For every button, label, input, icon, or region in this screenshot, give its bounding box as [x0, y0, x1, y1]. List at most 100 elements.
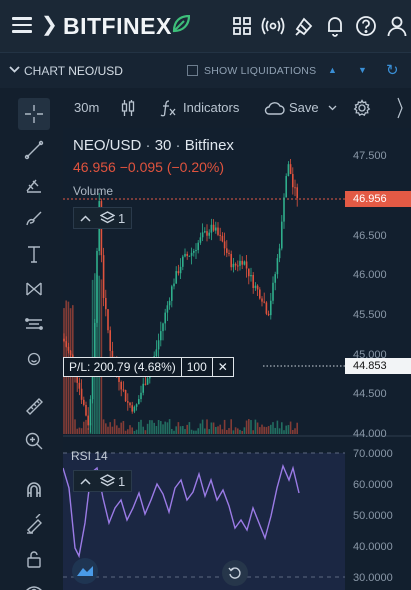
rsi-layers-icon[interactable]: [96, 471, 118, 491]
close-position-icon[interactable]: ✕: [213, 358, 233, 376]
candle-body: [67, 346, 70, 351]
pattern-tool-icon[interactable]: [18, 273, 50, 305]
volume-bar: [111, 426, 114, 434]
position-pl-box[interactable]: P/L: 200.79 (4.68%) 100 ✕: [63, 357, 234, 377]
candle-body: [223, 241, 226, 249]
help-icon[interactable]: [350, 14, 381, 38]
indicators-button[interactable]: Indicators: [183, 100, 239, 115]
move-down-icon[interactable]: ▼: [358, 65, 367, 75]
measure-tool-icon[interactable]: [18, 308, 50, 340]
bitfinex-app: ❯ BITFINEX CHART NEO/USD SHOW LIQUIDATIO…: [0, 0, 411, 590]
candle-body: [219, 234, 221, 236]
candle-body: [166, 305, 169, 313]
candle-body: [102, 255, 105, 298]
volume-bar: [85, 419, 87, 434]
chart-section-title[interactable]: CHART NEO/USD: [24, 64, 123, 78]
volume-bar: [243, 427, 246, 434]
main-pane-controls: 1: [73, 207, 133, 229]
volume-bar: [109, 422, 111, 434]
crosshair-tool-icon[interactable]: [18, 98, 50, 130]
volume-bar: [259, 427, 261, 434]
trend-line-tool-icon[interactable]: [18, 134, 50, 166]
candle-body: [175, 271, 177, 284]
candle-body: [133, 406, 136, 412]
fib-tool-icon[interactable]: [18, 168, 50, 200]
text-tool-icon[interactable]: [18, 238, 50, 270]
volume-bar: [118, 427, 120, 434]
zoom-in-tool-icon[interactable]: [18, 425, 50, 457]
legend-change: −0.095: [119, 159, 163, 175]
candle-body: [243, 261, 246, 265]
eye-tool-icon[interactable]: [18, 576, 50, 590]
candle-body: [276, 258, 279, 275]
ticker-icon[interactable]: [288, 14, 319, 38]
show-liquidations-checkbox[interactable]: [187, 65, 198, 76]
cloud-icon[interactable]: [263, 100, 285, 116]
candle-body: [267, 313, 270, 316]
volume-bar: [105, 423, 107, 434]
user-icon[interactable]: [381, 14, 411, 38]
grid-icon[interactable]: [226, 14, 257, 38]
pair-label: NEO/USD: [68, 64, 123, 78]
save-chevron-down-icon[interactable]: [328, 105, 337, 111]
hamburger-menu-icon[interactable]: [12, 17, 32, 33]
price-tick: 47.500: [353, 150, 387, 162]
volume-bar: [230, 419, 232, 434]
legend-change-pct: (−0.20%): [166, 159, 225, 175]
bell-icon[interactable]: [319, 14, 350, 38]
volume-bar: [223, 419, 226, 434]
volume-bar: [292, 429, 294, 434]
candle-body: [83, 399, 85, 405]
current-price-badge: 46.956: [345, 191, 411, 207]
volume-bar: [173, 430, 175, 434]
candle-body: [241, 260, 243, 265]
magnet-tool-icon[interactable]: [18, 474, 50, 506]
candle-body: [254, 285, 257, 288]
brush-tool-icon[interactable]: [18, 202, 50, 234]
rsi-collapse-icon[interactable]: [74, 471, 96, 491]
chart-label: CHART: [24, 64, 65, 78]
stay-in-drawing-mode-icon[interactable]: [18, 508, 50, 540]
candles-icon[interactable]: [121, 99, 135, 117]
volume-bar: [228, 428, 230, 434]
candle-body: [274, 274, 276, 283]
live-broadcast-icon[interactable]: [257, 14, 288, 38]
volume-bar: [267, 426, 270, 434]
reset-chart-icon[interactable]: [222, 560, 248, 586]
price-tick: 45.500: [353, 309, 387, 321]
refresh-icon[interactable]: ↻: [386, 61, 399, 79]
emoji-tool-icon[interactable]: [18, 343, 50, 375]
layers-icon[interactable]: [96, 208, 118, 228]
volume-bar: [287, 425, 290, 434]
chevron-down-icon[interactable]: [9, 64, 20, 75]
collapse-chevron-icon[interactable]: [396, 96, 404, 120]
volume-bar: [164, 421, 166, 434]
candle-body: [164, 312, 166, 324]
volume-bar: [184, 429, 186, 434]
ruler-tool-icon[interactable]: [18, 390, 50, 422]
rsi-legend: RSI 14: [71, 449, 108, 463]
legend-interval: 30: [154, 137, 172, 154]
tradingview-logo-icon[interactable]: [72, 558, 98, 584]
candle-body: [188, 255, 191, 257]
rsi-pane-controls: 1: [73, 470, 133, 492]
price-chart[interactable]: NEO/USD · 30 · Bitfinex 46.956 −0.095 (−…: [63, 128, 411, 590]
function-icon[interactable]: [159, 99, 177, 117]
candle-body: [221, 235, 224, 242]
candle-body: [239, 260, 241, 266]
collapse-legend-icon[interactable]: [74, 208, 96, 228]
volume-bar: [256, 422, 259, 434]
candle-body: [283, 197, 285, 222]
settings-gear-icon[interactable]: [353, 99, 371, 117]
save-button[interactable]: Save: [289, 100, 319, 115]
volume-bar: [250, 420, 252, 434]
volume-bar: [285, 425, 287, 434]
chevron-right-icon[interactable]: ❯: [41, 14, 58, 36]
volume-bar: [212, 422, 215, 434]
show-liquidations-label[interactable]: SHOW LIQUIDATIONS: [204, 65, 316, 77]
move-up-icon[interactable]: ▲: [328, 65, 337, 75]
lock-tool-icon[interactable]: [18, 543, 50, 575]
interval-button[interactable]: 30m: [74, 100, 99, 115]
candle-body: [272, 282, 274, 301]
volume-bar: [219, 424, 221, 434]
